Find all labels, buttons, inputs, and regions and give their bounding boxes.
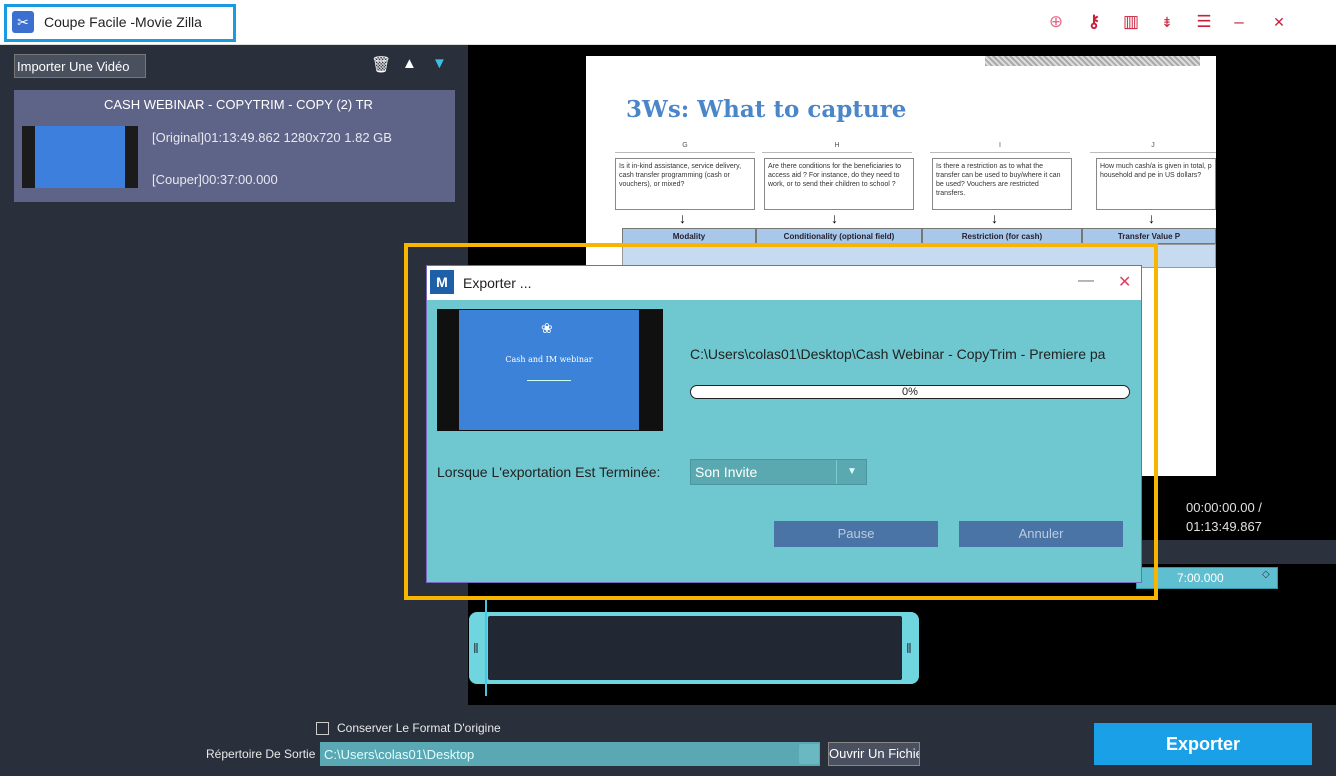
time-readout: 00:00:00.00 / 01:13:49.867 <box>1186 498 1262 536</box>
cart-icon[interactable]: ⊕ <box>1043 10 1069 34</box>
doc-column-letter: G <box>615 142 755 153</box>
doc-question: Are there conditions for the beneficiari… <box>764 158 914 210</box>
layout-icon[interactable]: ▥ <box>1118 10 1144 34</box>
window-title: Coupe Facile -Movie Zilla <box>44 14 202 30</box>
arrow-down-icon[interactable]: ▼ <box>432 55 447 72</box>
slide-divider <box>527 380 571 381</box>
doc-column-letter: I <box>930 142 1070 153</box>
doc-header-cell: Restriction (for cash) <box>922 228 1082 244</box>
clip-end-handle[interactable]: ‖ <box>906 640 912 656</box>
arrow-down-icon: ↓ <box>991 210 998 226</box>
doc-column-letter: J <box>1090 142 1216 153</box>
arrow-up-icon[interactable]: ▲ <box>402 55 417 72</box>
video-thumbnail-frame <box>35 126 125 188</box>
preview-stripe <box>985 56 1200 66</box>
output-dir-label: Répertoire De Sortie <box>206 747 316 761</box>
video-original-info: [Original]01:13:49.862 1280x720 1.82 GB <box>152 130 392 145</box>
doc-question: Is there a restriction as to what the tr… <box>932 158 1072 210</box>
keep-format-checkbox[interactable] <box>316 722 329 735</box>
dialog-title: Exporter ... <box>463 275 532 291</box>
preview-doc-title: 3Ws: What to capture <box>626 96 907 123</box>
arrow-down-icon: ↓ <box>831 210 838 226</box>
key-icon[interactable]: ⚷ <box>1081 10 1107 34</box>
export-path: C:\Users\colas01\Desktop\Cash Webinar - … <box>690 346 1106 362</box>
list-icon[interactable]: ☰ <box>1191 10 1217 34</box>
close-icon[interactable]: ✕ <box>1118 272 1131 292</box>
cancel-button[interactable]: Annuler <box>959 521 1123 547</box>
export-button[interactable]: Exporter <box>1094 723 1312 765</box>
open-file-button[interactable]: Ouvrir Un Fichier <box>828 742 920 766</box>
minimize-icon[interactable]: — <box>1078 272 1094 290</box>
close-icon[interactable]: ✕ <box>1266 10 1292 34</box>
doc-question: Is it in-kind assistance, service delive… <box>615 158 755 210</box>
import-video-button[interactable]: Importer Une Vidéo <box>14 54 146 78</box>
doc-header-cell: Transfer Value P <box>1082 228 1216 244</box>
clip-start-handle[interactable]: ‖ <box>473 640 479 656</box>
playhead[interactable] <box>485 600 487 696</box>
keep-format-label: Conserver Le Format D'origine <box>337 721 501 735</box>
slide-title: Cash and IM webinar <box>505 355 593 364</box>
chevron-down-icon[interactable]: ▼ <box>836 460 867 484</box>
pause-button[interactable]: Pause <box>774 521 938 547</box>
folder-icon[interactable] <box>799 744 819 764</box>
time-total: 01:13:49.867 <box>1186 519 1262 534</box>
app-logo-icon: M <box>430 270 454 294</box>
doc-header-cell: Conditionality (optional field) <box>756 228 922 244</box>
time-current: 00:00:00.00 / <box>1186 500 1262 515</box>
trash-icon[interactable]: 🗑 <box>371 55 391 75</box>
sort-icon[interactable]: ⇟ <box>1154 10 1180 34</box>
time-stepper-icon[interactable]: ◇ <box>1262 569 1270 580</box>
doc-question: How much cash/a is given in total, p hou… <box>1096 158 1216 210</box>
video-name: CASH WEBINAR - COPYTRIM - COPY (2) TR <box>104 97 373 112</box>
doc-column-letter: H <box>762 142 912 153</box>
output-dir-input[interactable] <box>320 742 820 766</box>
doc-header-cell: Modality <box>622 228 756 244</box>
un-emblem-icon: ❀ <box>541 320 553 336</box>
export-progress-text: 0% <box>902 386 918 398</box>
when-done-label: Lorsque L'exportation Est Terminée: <box>437 464 661 480</box>
dialog-title-bar <box>427 266 1141 300</box>
arrow-down-icon: ↓ <box>679 210 686 226</box>
arrow-down-icon: ↓ <box>1148 210 1155 226</box>
scissors-icon: ✂ <box>12 11 34 33</box>
video-cut-info: [Couper]00:37:00.000 <box>152 172 278 187</box>
minimize-icon[interactable]: – <box>1226 10 1252 34</box>
timeline-clip-body <box>488 616 902 680</box>
